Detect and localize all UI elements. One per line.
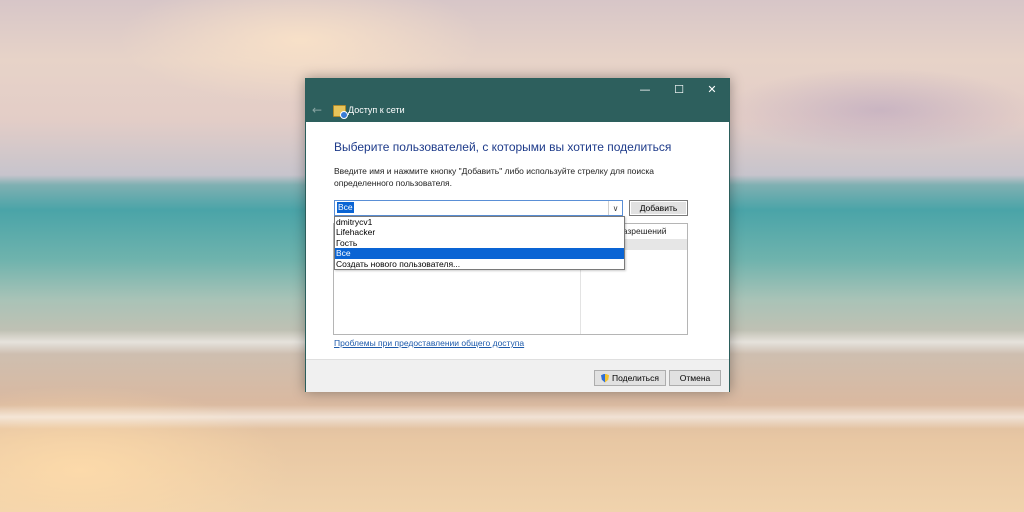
user-combobox-value[interactable]: Все xyxy=(337,202,354,213)
dropdown-item-everyone[interactable]: Все xyxy=(335,248,624,259)
cancel-button[interactable]: Отмена xyxy=(669,370,721,386)
navigation-bar: ← Доступ к сети xyxy=(306,100,729,122)
wave-foam xyxy=(0,405,1024,429)
user-combobox[interactable]: Все ∨ xyxy=(334,200,623,216)
share-button-label: Поделиться xyxy=(612,373,659,383)
page-heading: Выберите пользователей, с которыми вы хо… xyxy=(334,140,672,154)
window-title: Доступ к сети xyxy=(348,105,405,115)
dropdown-item-guest[interactable]: Гость xyxy=(335,238,624,248)
instruction-text: Введите имя и нажмите кнопку "Добавить" … xyxy=(334,166,655,188)
close-button[interactable]: ✕ xyxy=(695,79,729,100)
dropdown-item-lifehacker[interactable]: Lifehacker xyxy=(335,227,624,237)
dropdown-item-create-user[interactable]: Создать нового пользователя... xyxy=(335,259,624,269)
back-arrow-icon[interactable]: ← xyxy=(312,103,322,117)
network-access-dialog: — ☐ ✕ ← Доступ к сети Выберите пользоват… xyxy=(305,78,730,392)
shared-folder-icon xyxy=(333,105,348,119)
add-button[interactable]: Добавить xyxy=(629,200,688,216)
title-bar[interactable]: — ☐ ✕ xyxy=(306,79,729,100)
user-dropdown-list[interactable]: dmitrycv1 Lifehacker Гость Все Создать н… xyxy=(334,216,625,270)
minimize-button[interactable]: — xyxy=(628,79,662,100)
dropdown-item-dmitrycv1[interactable]: dmitrycv1 xyxy=(335,217,624,227)
uac-shield-icon xyxy=(601,373,610,383)
chevron-down-icon[interactable]: ∨ xyxy=(608,201,622,215)
share-button[interactable]: Поделиться xyxy=(594,370,666,386)
dialog-footer: Поделиться Отмена xyxy=(306,359,729,392)
maximize-button[interactable]: ☐ xyxy=(662,79,696,100)
permissions-column-header[interactable]: разрешений xyxy=(618,226,666,236)
sharing-troubleshoot-link[interactable]: Проблемы при предоставлении общего досту… xyxy=(334,338,524,348)
